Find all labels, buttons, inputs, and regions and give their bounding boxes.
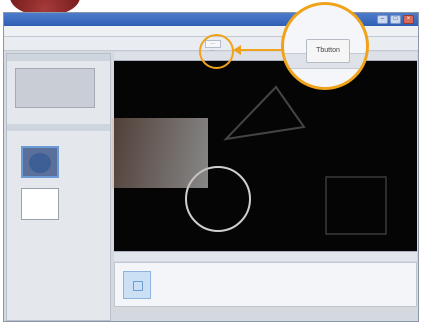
close-button[interactable]: × xyxy=(403,15,414,24)
layer-thumbnail-selected[interactable] xyxy=(21,146,59,178)
panel-header xyxy=(7,54,110,61)
minimize-button[interactable]: – xyxy=(377,15,388,24)
callout-small-label: ··· xyxy=(209,48,214,54)
triangle-shape[interactable] xyxy=(223,85,306,141)
circle-thumbnail-icon xyxy=(29,153,51,173)
callout-magnifier: Tbutton xyxy=(281,2,369,90)
preview-box xyxy=(15,68,95,108)
zoomed-button[interactable]: Tbutton xyxy=(306,39,350,63)
callout-arrow-line xyxy=(238,49,284,51)
frame-icon xyxy=(133,281,143,291)
canvas-header xyxy=(114,52,417,61)
layers-header xyxy=(7,124,110,131)
timeline-panel xyxy=(114,262,417,307)
square-shape[interactable] xyxy=(325,176,387,235)
left-panel xyxy=(6,53,111,321)
maximize-button[interactable]: □ xyxy=(390,15,401,24)
window-controls: – □ × xyxy=(377,15,414,24)
arrow-left-icon xyxy=(233,45,241,55)
timeline-header xyxy=(114,251,417,261)
dragged-square-shape[interactable] xyxy=(112,118,208,188)
layer-thumbnail[interactable] xyxy=(21,188,59,220)
frame-thumbnail[interactable] xyxy=(123,271,151,299)
callout-small-circle xyxy=(199,34,234,69)
